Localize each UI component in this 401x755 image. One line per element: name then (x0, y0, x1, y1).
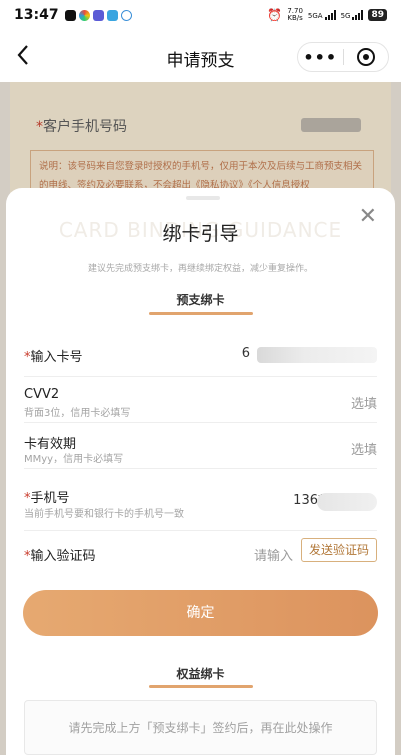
sync-icon (120, 9, 132, 21)
net-speed: 7.70 KB/s (287, 7, 303, 22)
card-app-icon (106, 9, 118, 21)
more-dots-icon[interactable]: ••• (298, 48, 343, 67)
card-number-label: *输入卡号 (24, 350, 83, 365)
phone-masked (317, 493, 377, 511)
card-binding-sheet: CARD BINDING GUIDANCE 绑卡引导 ✕ 建议先完成预支绑卡，再… (6, 188, 395, 755)
app-icon (78, 9, 90, 21)
status-right: ⏰ 7.70 KB/s 5GA 5G 89 (267, 8, 387, 22)
signal-1: 5GA (308, 10, 336, 20)
sheet-subtitle: 建议先完成预支绑卡，再继续绑定权益，减少重复操作。 (87, 264, 313, 274)
card-number-value[interactable]: 6 (242, 346, 250, 361)
bg-phone-value-blurred (301, 118, 361, 132)
target-icon[interactable] (343, 48, 388, 66)
phone-label: *手机号 (24, 491, 70, 506)
sheet-title: 绑卡引导 (162, 223, 239, 245)
section-underline (149, 312, 253, 315)
tiktok-icon (64, 9, 76, 21)
send-code-button[interactable]: 发送验证码 (300, 538, 377, 562)
section-title-advance: 预支绑卡 (176, 293, 225, 307)
confirm-button[interactable]: 确定 (23, 590, 378, 636)
alarm-icon: ⏰ (267, 8, 283, 22)
verify-code-row[interactable]: *输入验证码 请输入 发送验证码 (24, 531, 377, 575)
bg-phone-label: *客户手机号码 (36, 119, 127, 135)
nav-bar: 申请预支 ••• (0, 30, 401, 82)
expiry-input[interactable]: 选填 (351, 439, 377, 458)
expiry-hint: MMyy，信用卡必填写 (24, 454, 124, 465)
cvv-label: CVV2 (24, 387, 60, 402)
verify-code-label: *输入验证码 (24, 549, 96, 564)
signal-icon (352, 10, 364, 20)
video-app-icon (92, 9, 104, 21)
cvv-row[interactable]: CVV2 背面3位，信用卡必填写 选填 (24, 377, 377, 423)
cvv-hint: 背面3位，信用卡必填写 (24, 408, 131, 419)
battery-icon: 89 (368, 9, 387, 21)
phone-row[interactable]: *手机号 当前手机号要和银行卡的手机号一致 136** (24, 469, 377, 531)
notification-icons (64, 9, 132, 21)
signal-2: 5G (341, 10, 364, 20)
verify-code-input[interactable]: 请输入 (254, 545, 293, 564)
card-number-row[interactable]: *输入卡号 6 (24, 333, 377, 377)
signal-icon (324, 10, 336, 20)
cvv-input[interactable]: 选填 (351, 393, 377, 412)
mini-program-capsule: ••• (297, 42, 389, 72)
status-bar: 13:47 ⏰ 7.70 KB/s 5GA 5G 89 (0, 0, 401, 30)
benefit-notice: 请先完成上方「预支绑卡」签约后，再在此处操作 (24, 700, 377, 755)
phone-hint: 当前手机号要和银行卡的手机号一致 (24, 509, 184, 520)
sheet-handle[interactable] (186, 196, 220, 200)
status-time: 13:47 (14, 7, 59, 23)
card-number-masked (257, 347, 377, 363)
section-title-benefit: 权益绑卡 (176, 667, 225, 681)
close-icon[interactable]: ✕ (359, 206, 377, 228)
expiry-row[interactable]: 卡有效期 MMyy，信用卡必填写 选填 (24, 423, 377, 469)
section-underline (149, 685, 253, 688)
